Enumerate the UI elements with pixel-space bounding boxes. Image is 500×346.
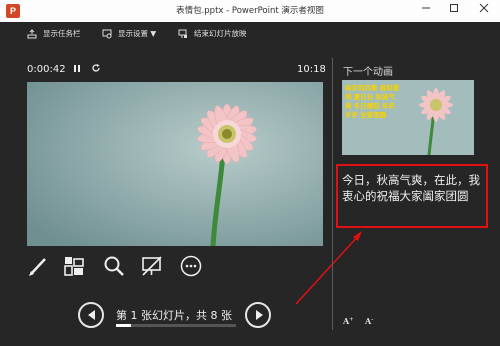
annotation-arrow: [295, 231, 362, 305]
black-screen-icon: [142, 256, 162, 276]
next-icon: [256, 310, 263, 320]
pause-timer-button[interactable]: [73, 64, 81, 76]
zoom-button[interactable]: [103, 255, 125, 277]
slide-progress-fill: [116, 324, 131, 327]
black-screen-button[interactable]: [141, 255, 163, 277]
pen-icon: [29, 258, 46, 276]
minimize-button[interactable]: [412, 0, 440, 22]
maximize-button[interactable]: [440, 0, 468, 22]
end-slideshow-icon: [178, 29, 187, 38]
next-slide-text: 每年的四季 春和景明 夏日长 秋高气爽 冬日暖阳 年年岁岁 全家团圆: [345, 84, 400, 119]
decrease-font-button[interactable]: A-: [365, 316, 373, 326]
taskbar-icon: [27, 29, 37, 39]
next-animation-label: 下一个动画: [343, 67, 393, 78]
close-button[interactable]: [470, 0, 498, 22]
maximize-icon: [450, 4, 458, 12]
pen-tool-button[interactable]: [27, 255, 49, 277]
display-settings-icon: [102, 29, 112, 39]
panel-divider[interactable]: [332, 58, 333, 330]
increase-font-button[interactable]: A+: [343, 316, 353, 326]
close-icon: [479, 3, 489, 13]
more-options-icon: [180, 255, 202, 277]
flower-image: [27, 82, 323, 246]
show-taskbar-button[interactable]: 显示任务栏: [27, 27, 81, 41]
previous-slide-button[interactable]: [78, 302, 104, 328]
restart-icon: [92, 64, 100, 72]
see-all-slides-icon: [64, 257, 84, 276]
next-slide-button[interactable]: [245, 302, 271, 328]
title-bar: P 表情包.pptx - PowerPoint 演示者视图: [0, 0, 500, 22]
pause-icon: [74, 65, 80, 72]
display-settings-button[interactable]: 显示设置 ▼: [102, 27, 156, 41]
presenter-toolbar: 显示任务栏 显示设置 ▼ 结束幻灯片放映: [0, 22, 500, 46]
zoom-icon: [104, 256, 124, 276]
end-slideshow-button[interactable]: 结束幻灯片放映: [178, 27, 247, 41]
elapsed-timer: 0:00:42: [27, 64, 66, 75]
clock: 10:18: [297, 64, 326, 75]
next-slide-thumbnail[interactable]: 每年的四季 春和景明 夏日长 秋高气爽 冬日暖阳 年年岁岁 全家团圆: [342, 80, 474, 155]
notes-highlight-box: [336, 164, 488, 228]
restart-timer-button[interactable]: [91, 63, 101, 76]
slide-counter[interactable]: 第 1 张幻灯片，共 8 张: [116, 307, 232, 323]
see-all-slides-button[interactable]: [63, 255, 85, 277]
minimize-icon: [422, 7, 430, 9]
more-options-button[interactable]: [180, 255, 202, 277]
slide-progress-bar: [116, 324, 236, 327]
previous-icon: [88, 310, 95, 320]
current-slide[interactable]: [27, 82, 323, 246]
